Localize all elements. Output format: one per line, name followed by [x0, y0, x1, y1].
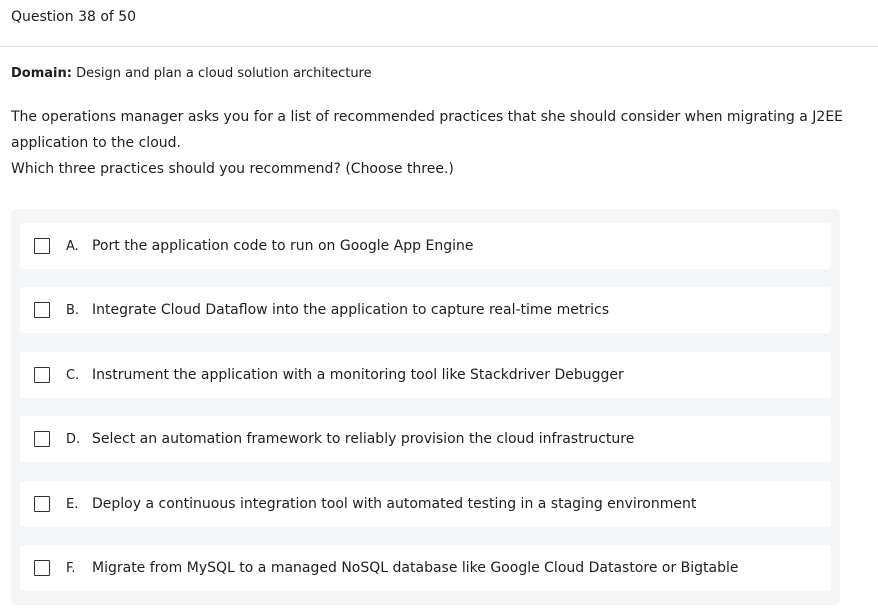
option-text: Port the application code to run on Goog… — [92, 238, 474, 254]
question-instruction: Which three practices should you recomme… — [11, 161, 454, 177]
option-letter: B. — [66, 302, 80, 318]
option-a[interactable]: A. Port the application code to run on G… — [20, 223, 831, 269]
checkbox-icon[interactable] — [34, 238, 50, 254]
domain-label: Domain: — [11, 66, 72, 81]
option-b[interactable]: B. Integrate Cloud Dataflow into the app… — [20, 287, 831, 333]
question-body: The operations manager asks you for a li… — [11, 109, 844, 151]
option-c[interactable]: C. Instrument the application with a mon… — [20, 352, 831, 398]
checkbox-icon[interactable] — [34, 367, 50, 383]
question-counter: Question 38 of 50 — [11, 9, 137, 25]
option-text: Deploy a continuous integration tool wit… — [92, 496, 697, 512]
domain-value: Design and plan a cloud solution archite… — [76, 66, 372, 81]
option-e[interactable]: E. Deploy a continuous integration tool … — [20, 481, 831, 527]
answer-options: A. Port the application code to run on G… — [11, 209, 840, 605]
domain-line: Domain: Design and plan a cloud solution… — [11, 65, 372, 82]
option-f[interactable]: F. Migrate from MySQL to a managed NoSQL… — [20, 545, 831, 591]
checkbox-icon[interactable] — [34, 431, 50, 447]
question-text: The operations manager asks you for a li… — [11, 104, 861, 182]
option-text: Integrate Cloud Dataflow into the applic… — [92, 302, 609, 318]
option-text: Select an automation framework to reliab… — [92, 431, 635, 447]
question-header: Question 38 of 50 — [0, 0, 878, 47]
checkbox-icon[interactable] — [34, 496, 50, 512]
option-d[interactable]: D. Select an automation framework to rel… — [20, 416, 831, 462]
checkbox-icon[interactable] — [34, 302, 50, 318]
option-letter: E. — [66, 496, 79, 512]
checkbox-icon[interactable] — [34, 560, 50, 576]
option-letter: C. — [66, 367, 80, 383]
option-text: Migrate from MySQL to a managed NoSQL da… — [92, 560, 739, 576]
option-text: Instrument the application with a monito… — [92, 367, 624, 383]
option-letter: D. — [66, 431, 81, 447]
option-letter: F. — [66, 560, 76, 576]
option-letter: A. — [66, 238, 79, 254]
